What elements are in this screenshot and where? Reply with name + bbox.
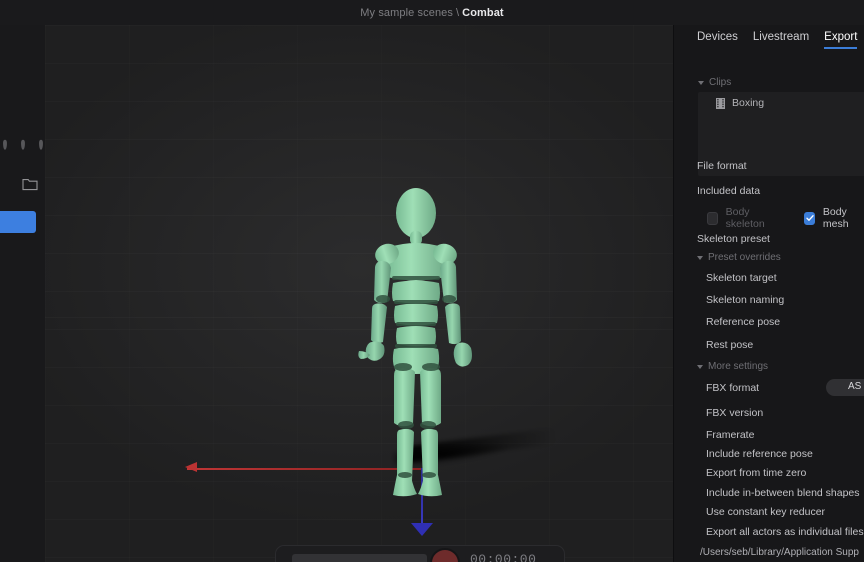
timecode-display: 00:00:00 [470,552,537,562]
toolbar-field[interactable] [292,554,427,562]
more-settings-header[interactable]: More settings [697,361,768,372]
film-strip-icon [716,97,725,109]
primary-action-button[interactable] [0,211,36,233]
breadcrumb-current: Combat [462,6,504,19]
person-icon[interactable] [37,137,45,152]
person-icon[interactable] [19,137,27,152]
setting-skeleton-target[interactable]: Skeleton target [706,272,777,284]
included-data-checkboxes: Body skeleton Body mesh [707,206,864,230]
clips-section-label: Clips [709,77,732,88]
body-skeleton-checkbox[interactable] [707,211,718,225]
titlebar: My sample scenes \ Combat [0,0,864,25]
file-format-label: File format [697,160,747,172]
left-rail [0,25,45,562]
chevron-down-icon [697,255,703,260]
mannequin-avatar[interactable] [45,25,673,562]
setting-fbx-format[interactable]: FBX format [706,382,759,394]
clip-label: Boxing [732,97,765,109]
setting-include-reference-pose[interactable]: Include reference pose [706,448,813,460]
folder-icon[interactable] [22,178,38,191]
body-mesh-checkbox[interactable] [804,211,815,225]
setting-rest-pose[interactable]: Rest pose [706,339,753,351]
setting-include-inbetween-blend-shapes[interactable]: Include in-between blend shapes [706,487,860,499]
included-data-label: Included data [697,185,761,197]
breadcrumb-parent[interactable]: My sample scenes [360,7,453,19]
tab-livestream[interactable]: Livestream [753,31,809,49]
chevron-down-icon [698,80,704,85]
setting-export-from-time-zero[interactable]: Export from time zero [706,467,806,479]
skeleton-preset-label: Skeleton preset [697,233,770,245]
setting-skeleton-naming[interactable]: Skeleton naming [706,294,784,306]
setting-fbx-version[interactable]: FBX version [706,407,763,419]
body-skeleton-label: Body skeleton [725,206,765,230]
body-mesh-label: Body mesh [822,206,849,230]
tab-export[interactable]: Export [824,31,858,49]
viewport-3d[interactable] [45,25,673,562]
setting-export-all-actors[interactable]: Export all actors as individual files [706,526,864,538]
clips-section-header[interactable]: Clips [698,77,731,88]
tab-devices[interactable]: Devices [697,31,738,49]
setting-framerate[interactable]: Framerate [706,429,754,441]
panel-tabs: Devices Livestream Export [697,31,858,49]
person-icon[interactable] [1,137,9,152]
app-root: My sample scenes \ Combat Devices Livest… [0,0,864,562]
chevron-down-icon [697,364,703,369]
checkmark-icon [805,215,814,221]
rail-icon-group [0,133,45,155]
setting-reference-pose[interactable]: Reference pose [706,316,780,328]
preset-overrides-label: Preset overrides [708,252,781,263]
output-path[interactable]: /Users/seb/Library/Application Supp [700,547,859,558]
list-item[interactable]: Boxing [716,97,764,109]
more-settings-label: More settings [708,361,769,372]
setting-use-constant-key-reducer[interactable]: Use constant key reducer [706,506,825,518]
breadcrumb-separator: \ [456,6,460,19]
mannequin-svg [358,188,472,497]
fbx-format-value: AS [848,381,862,392]
preset-overrides-header[interactable]: Preset overrides [697,252,781,263]
